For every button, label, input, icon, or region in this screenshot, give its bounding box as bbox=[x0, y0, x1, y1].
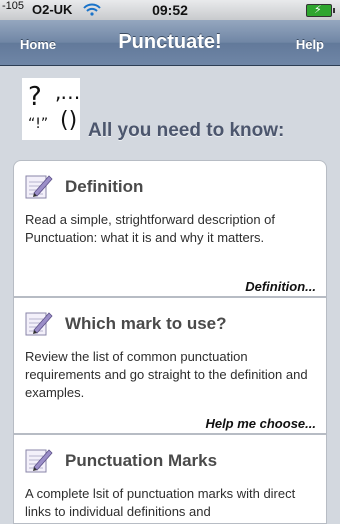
which-mark-card[interactable]: Which mark to use? Review the list of co… bbox=[13, 297, 327, 434]
tagline-heading: All you need to know: bbox=[88, 120, 285, 141]
notepad-pencil-icon bbox=[25, 175, 53, 199]
card-description: A complete lsit of punctuation marks wit… bbox=[25, 486, 296, 519]
logo-question-mark: ? bbox=[28, 82, 42, 112]
logo-quoted-exclamation: “!” bbox=[28, 116, 49, 132]
notepad-pencil-icon bbox=[25, 312, 53, 336]
card-title: Which mark to use? bbox=[65, 314, 227, 333]
charging-bolt-icon: ⚡ bbox=[314, 4, 322, 16]
card-title: Punctuation Marks bbox=[65, 451, 218, 470]
card-title: Definition bbox=[65, 177, 144, 196]
help-me-choose-link[interactable]: Help me choose... bbox=[205, 416, 316, 431]
punctuation-marks-card[interactable]: Punctuation Marks A complete lsit of pun… bbox=[13, 434, 327, 524]
definition-link[interactable]: Definition... bbox=[245, 279, 316, 294]
card-description: Review the list of common punctuation re… bbox=[25, 349, 308, 400]
definition-card[interactable]: Definition Read a simple, strightforward… bbox=[13, 160, 327, 297]
punctuation-logo: ? ,… “!” () bbox=[22, 78, 80, 140]
logo-parentheses: () bbox=[60, 108, 78, 133]
clock: 09:52 bbox=[152, 2, 188, 18]
navigation-bar: Home Punctuate! Help bbox=[0, 20, 340, 66]
page-title: Punctuate! bbox=[118, 31, 222, 53]
notepad-pencil-icon bbox=[25, 449, 53, 473]
status-bar: -105 O2-UK 09:52 ⚡ bbox=[0, 0, 340, 20]
logo-comma-ellipsis: ,… bbox=[55, 80, 80, 104]
help-button[interactable]: Help bbox=[296, 37, 324, 52]
card-description: Read a simple, strightforward descriptio… bbox=[25, 212, 276, 245]
battery-icon: ⚡ bbox=[306, 4, 335, 17]
